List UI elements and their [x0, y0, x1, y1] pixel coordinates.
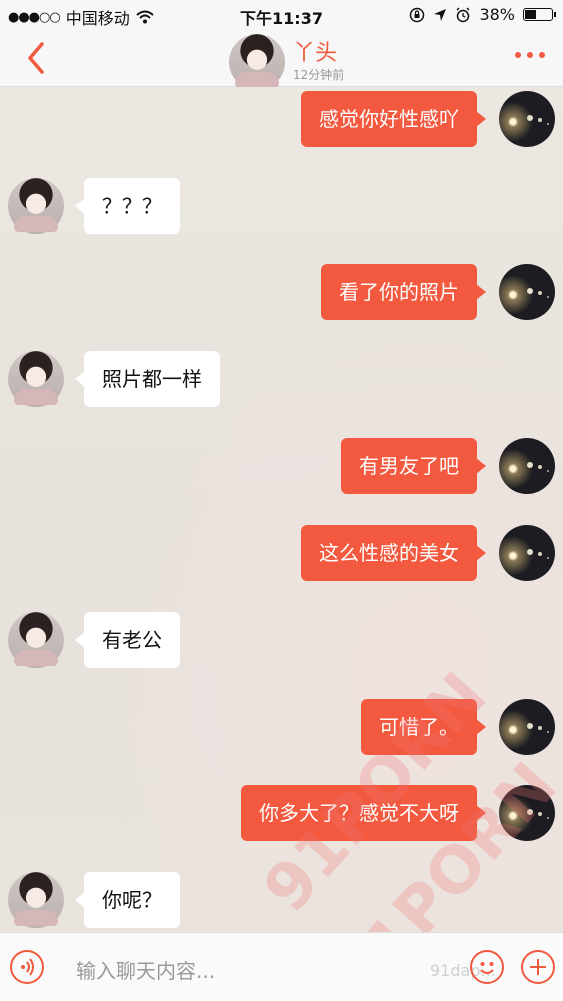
contact-message-avatar[interactable]: [8, 178, 64, 234]
contact-message-avatar[interactable]: [8, 351, 64, 407]
message-bubble[interactable]: 你呢？: [75, 872, 180, 928]
message-input[interactable]: 输入聊天内容...: [76, 955, 215, 984]
my-avatar[interactable]: [499, 264, 555, 320]
message-row: 这么性感的美女: [301, 525, 555, 581]
contact-info[interactable]: 丫头 12分钟前: [229, 34, 344, 90]
my-avatar[interactable]: [499, 438, 555, 494]
message-bubble[interactable]: 照片都一样: [75, 351, 220, 407]
message-list[interactable]: 感觉你好性感吖 ？？？ 看了你的照片 照片都一样 有男友了吧 这么性感的美女 有…: [0, 87, 563, 932]
contact-text: 丫头 12分钟前: [293, 40, 345, 83]
orientation-lock-icon: [410, 7, 425, 22]
more-dots-icon[interactable]: [515, 52, 545, 58]
voice-icon[interactable]: [10, 950, 44, 984]
message-bubble[interactable]: 感觉你好性感吖: [301, 91, 486, 147]
emoji-icon[interactable]: [470, 950, 504, 984]
message-bubble[interactable]: ？？？: [75, 178, 180, 234]
location-arrow-icon: [434, 8, 447, 21]
message-bubble[interactable]: 这么性感的美女: [301, 525, 486, 581]
back-chevron-icon[interactable]: [22, 40, 52, 76]
plus-icon[interactable]: [521, 950, 555, 984]
battery-percent: 38%: [479, 5, 515, 24]
status-bar: ●●●○○ 中国移动 下午11:37 38%: [0, 0, 563, 30]
message-row: 看了你的照片: [321, 264, 555, 320]
my-avatar[interactable]: [499, 699, 555, 755]
message-row: ？？？: [8, 178, 180, 234]
last-seen: 12分钟前: [293, 67, 345, 82]
contact-name: 丫头: [293, 40, 338, 66]
chat-header: 丫头 12分钟前: [0, 30, 563, 90]
input-bar: 输入聊天内容... 91dap...: [0, 932, 563, 1001]
message-row: 照片都一样: [8, 351, 220, 407]
message-bubble[interactable]: 看了你的照片: [321, 264, 486, 320]
my-avatar[interactable]: [499, 525, 555, 581]
battery-icon: [523, 8, 556, 21]
message-row: 有男友了吧: [341, 438, 555, 494]
contact-message-avatar[interactable]: [8, 612, 64, 668]
message-bubble[interactable]: 有男友了吧: [341, 438, 486, 494]
message-row: 你呢？: [8, 872, 180, 928]
alarm-icon: [456, 6, 470, 22]
my-avatar[interactable]: [499, 91, 555, 147]
contact-message-avatar[interactable]: [8, 872, 64, 928]
status-right: 38%: [409, 5, 556, 24]
message-bubble[interactable]: 有老公: [75, 612, 180, 668]
message-row: 有老公: [8, 612, 180, 668]
message-row: 感觉你好性感吖: [301, 91, 555, 147]
contact-avatar[interactable]: [229, 34, 285, 90]
